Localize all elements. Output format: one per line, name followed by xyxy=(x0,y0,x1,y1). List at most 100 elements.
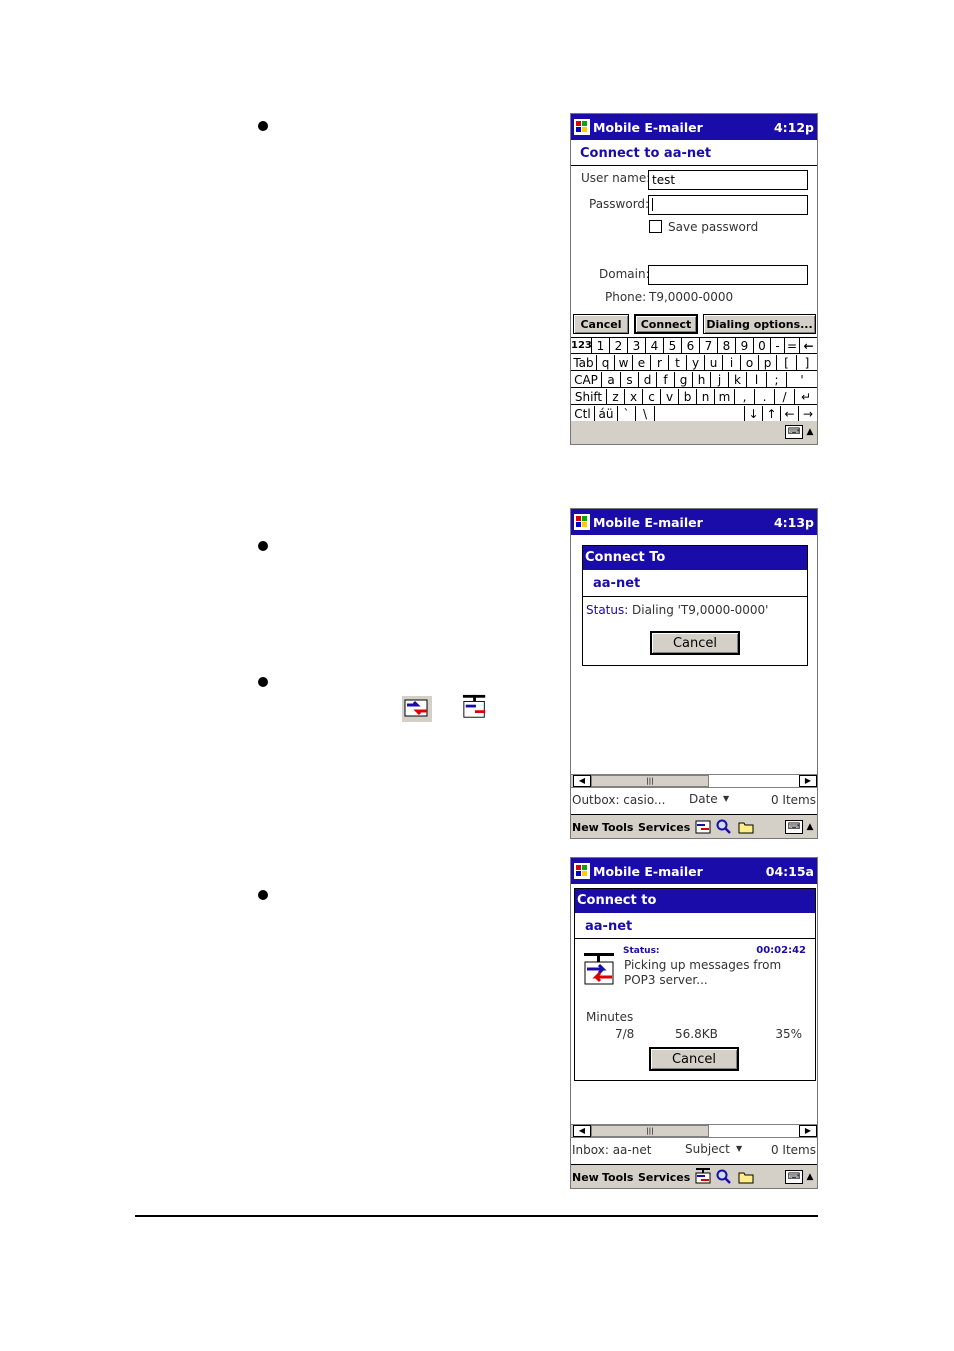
menu-new[interactable]: New xyxy=(572,1171,599,1184)
key[interactable]: s xyxy=(621,372,639,388)
password-input[interactable] xyxy=(648,195,808,215)
search-icon[interactable] xyxy=(716,1169,732,1185)
key[interactable]: w xyxy=(615,355,633,371)
key[interactable]: ` xyxy=(618,406,636,422)
key[interactable]: g xyxy=(675,372,693,388)
key[interactable]: u xyxy=(705,355,723,371)
scroll-right-icon[interactable]: ▶ xyxy=(799,1125,817,1137)
input-menu-arrow-icon[interactable]: ▲ xyxy=(805,1170,815,1184)
menu-services[interactable]: Services xyxy=(638,821,690,834)
key[interactable]: [ xyxy=(777,355,797,371)
key[interactable]: x xyxy=(625,389,643,405)
space-key[interactable] xyxy=(655,406,745,422)
scroll-thumb[interactable]: ||| xyxy=(591,1125,709,1137)
key[interactable]: c xyxy=(643,389,661,405)
key[interactable]: ; xyxy=(767,372,787,388)
key[interactable]: e xyxy=(633,355,651,371)
phone-value[interactable]: T9,0000-0000 xyxy=(649,290,733,304)
save-password-checkbox[interactable] xyxy=(649,220,662,233)
key[interactable]: = xyxy=(785,338,800,354)
key[interactable]: 3 xyxy=(628,338,646,354)
key[interactable]: Ctl xyxy=(571,406,595,422)
key[interactable]: ] xyxy=(797,355,817,371)
keyboard-icon[interactable]: ⌨ xyxy=(785,425,803,439)
key[interactable]: i xyxy=(723,355,741,371)
start-flag-icon[interactable] xyxy=(574,514,590,530)
key[interactable]: \ xyxy=(636,406,655,422)
key[interactable]: 5 xyxy=(664,338,682,354)
key[interactable]: z xyxy=(607,389,625,405)
clock[interactable]: 4:13p xyxy=(774,515,814,530)
connected-send-receive-icon[interactable] xyxy=(695,1168,711,1184)
clock[interactable]: 4:12p xyxy=(774,120,814,135)
key[interactable]: . xyxy=(755,389,775,405)
key[interactable]: q xyxy=(597,355,615,371)
key[interactable]: j xyxy=(711,372,729,388)
key[interactable]: b xyxy=(679,389,697,405)
key[interactable]: ' xyxy=(787,372,817,388)
folder-icon[interactable] xyxy=(738,819,754,835)
key[interactable]: , xyxy=(735,389,755,405)
send-receive-icon[interactable] xyxy=(695,819,711,835)
key[interactable]: ↓ xyxy=(745,406,763,422)
clock[interactable]: 04:15a xyxy=(766,864,814,879)
enter-key[interactable]: ↵ xyxy=(795,389,817,405)
chevron-down-icon[interactable]: ▼ xyxy=(736,1144,742,1153)
dialing-options-button[interactable]: Dialing options... xyxy=(703,314,816,334)
chevron-down-icon[interactable]: ▼ xyxy=(723,794,729,803)
scroll-left-icon[interactable]: ◀ xyxy=(573,775,591,787)
key[interactable]: v xyxy=(661,389,679,405)
key[interactable]: h xyxy=(693,372,711,388)
cancel-button[interactable]: Cancel xyxy=(573,314,629,334)
connect-button[interactable]: Connect xyxy=(634,314,698,334)
key[interactable]: f xyxy=(657,372,675,388)
key[interactable]: 123 xyxy=(571,338,592,354)
horizontal-scrollbar[interactable]: ◀ ||| ▶ xyxy=(571,1124,817,1138)
sort-dropdown[interactable]: Date xyxy=(689,792,718,806)
key[interactable]: r xyxy=(651,355,669,371)
folder-name[interactable]: Inbox: aa-net xyxy=(572,1143,651,1157)
folder-name[interactable]: Outbox: casio... xyxy=(572,793,665,807)
key[interactable]: ↑ xyxy=(763,406,781,422)
key[interactable]: n xyxy=(697,389,715,405)
cancel-button[interactable]: Cancel xyxy=(650,631,740,655)
key[interactable]: 2 xyxy=(610,338,628,354)
key[interactable]: ← xyxy=(781,406,799,422)
key[interactable]: / xyxy=(775,389,795,405)
menu-tools[interactable]: Tools xyxy=(602,1171,633,1184)
start-flag-icon[interactable] xyxy=(574,863,590,879)
backspace-key[interactable]: ← xyxy=(800,338,817,354)
start-flag-icon[interactable] xyxy=(574,119,590,135)
key[interactable]: m xyxy=(715,389,735,405)
input-menu-arrow-icon[interactable]: ▲ xyxy=(805,820,815,834)
key[interactable]: a xyxy=(602,372,621,388)
scroll-track[interactable] xyxy=(709,775,799,787)
key[interactable]: 8 xyxy=(718,338,736,354)
sort-dropdown[interactable]: Subject xyxy=(685,1142,730,1156)
key[interactable]: p xyxy=(759,355,777,371)
scroll-left-icon[interactable]: ◀ xyxy=(573,1125,591,1137)
key[interactable]: Shift xyxy=(571,389,607,405)
keyboard-icon[interactable]: ⌨ xyxy=(785,820,803,834)
keyboard-icon[interactable]: ⌨ xyxy=(785,1170,803,1184)
key[interactable]: CAP xyxy=(571,372,602,388)
menu-tools[interactable]: Tools xyxy=(602,821,633,834)
scroll-right-icon[interactable]: ▶ xyxy=(799,775,817,787)
key[interactable]: 6 xyxy=(682,338,700,354)
scroll-track[interactable] xyxy=(709,1125,799,1137)
folder-icon[interactable] xyxy=(738,1169,754,1185)
menu-services[interactable]: Services xyxy=(638,1171,690,1184)
key[interactable]: t xyxy=(669,355,687,371)
key[interactable]: áü xyxy=(595,406,618,422)
key[interactable]: → xyxy=(799,406,817,422)
key[interactable]: o xyxy=(741,355,759,371)
key[interactable]: y xyxy=(687,355,705,371)
key[interactable]: 1 xyxy=(592,338,610,354)
key[interactable]: 0 xyxy=(754,338,771,354)
key[interactable]: Tab xyxy=(571,355,597,371)
scroll-thumb[interactable]: ||| xyxy=(591,775,709,787)
search-icon[interactable] xyxy=(716,819,732,835)
key[interactable]: d xyxy=(639,372,657,388)
key[interactable]: l xyxy=(747,372,767,388)
input-menu-arrow-icon[interactable]: ▲ xyxy=(805,425,815,439)
